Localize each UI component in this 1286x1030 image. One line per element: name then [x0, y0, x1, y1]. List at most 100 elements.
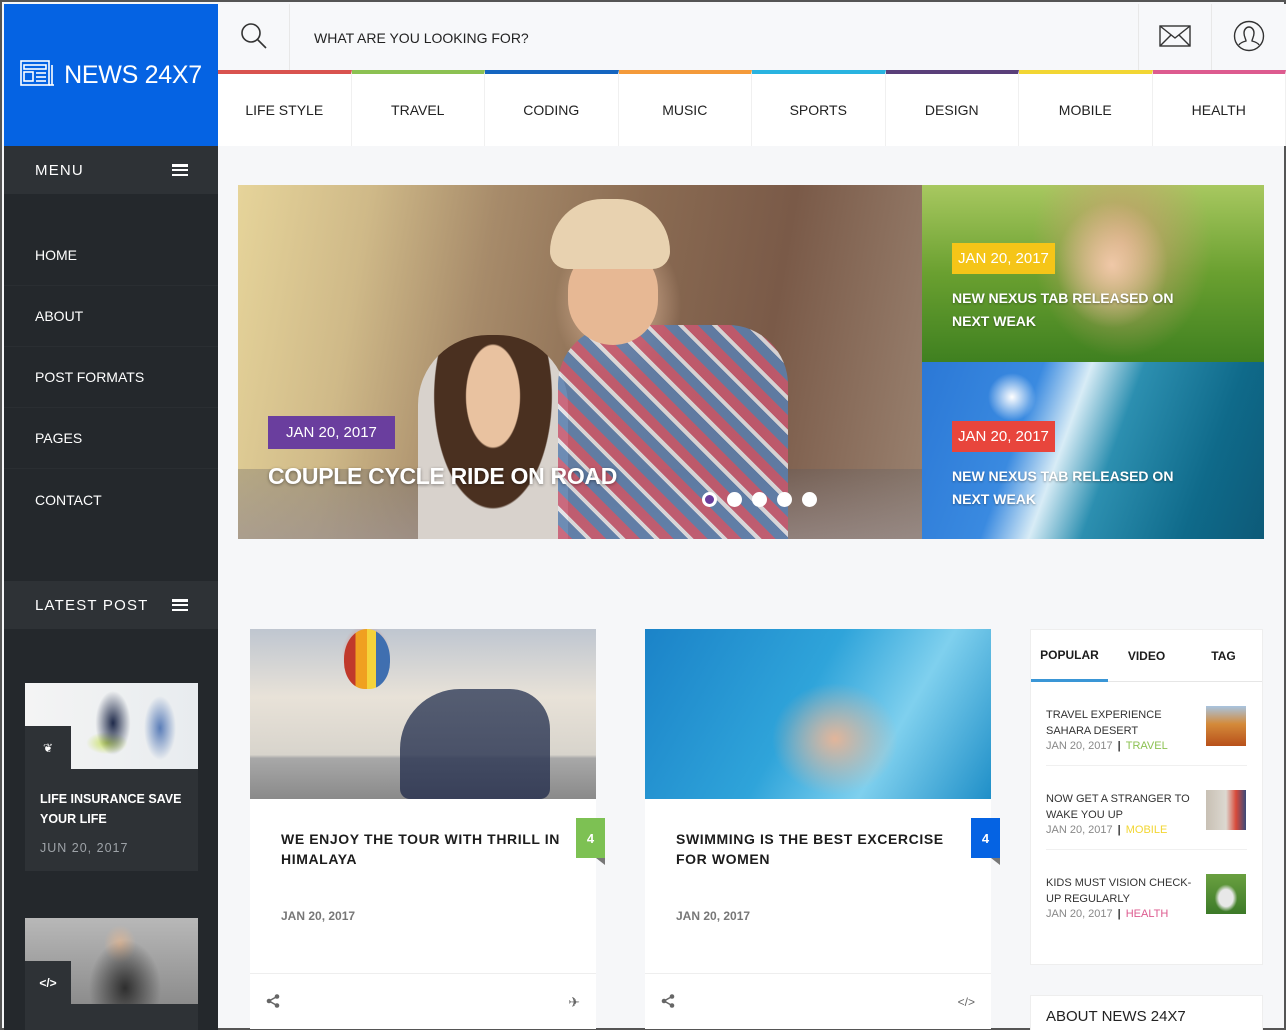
sidebar-item-home[interactable]: HOME: [4, 225, 218, 286]
balloon-graphic: [344, 629, 390, 689]
featured-title[interactable]: NEW NEXUS TAB RELEASED ON NEXT WEAK: [952, 287, 1212, 333]
popular-item-thumbnail: [1206, 706, 1246, 746]
comment-count-badge: 4: [971, 818, 1000, 865]
menu-header[interactable]: MENU: [4, 146, 218, 194]
latest-post-image: </>: [25, 918, 198, 1004]
person-graphic: [400, 689, 550, 799]
popular-item-thumbnail: [1206, 874, 1246, 914]
slider-dots: [702, 492, 817, 507]
newspaper-icon: [20, 59, 56, 91]
sidebar: MENU HOME ABOUT POST FORMATS PAGES CONTACT L…: [4, 146, 218, 1030]
popular-item-thumbnail: [1206, 790, 1246, 830]
tab-popular[interactable]: POPULAR: [1031, 630, 1108, 682]
latest-post-date: JUN 20, 2017: [40, 841, 129, 855]
category-nav: LIFE STYLE TRAVEL CODING MUSIC SPORTS DESIGN M…: [218, 70, 1286, 146]
popular-item-title: KIDS MUST VISION CHECK-UP REGULARLY: [1046, 877, 1192, 905]
latest-post-card[interactable]: ❦ LIFE INSURANCE SAVE YOUR LIFE JUN 20, …: [25, 683, 198, 871]
slider-dot[interactable]: [802, 492, 817, 507]
top-bar: [218, 4, 1286, 72]
latest-post-header[interactable]: LATEST POST: [4, 581, 218, 629]
featured-post[interactable]: JAN 20, 2017 NEW NEXUS TAB RELEASED ON N…: [922, 185, 1264, 362]
code-icon[interactable]: </>: [958, 995, 975, 1009]
post-image: [250, 629, 596, 799]
category-tab-music[interactable]: MUSIC: [618, 70, 752, 146]
mail-icon: [1159, 24, 1191, 52]
brand-name: NEWS 24X7: [64, 60, 202, 89]
popular-item-title: TRAVEL EXPERIENCE SAHARA DESERT: [1046, 709, 1162, 737]
slider-dot[interactable]: [702, 492, 717, 507]
category-tab-travel[interactable]: TRAVEL: [351, 70, 485, 146]
about-widget: ABOUT NEWS 24X7: [1030, 995, 1263, 1030]
popular-item-category[interactable]: MOBILE: [1126, 824, 1168, 836]
category-tab-sports[interactable]: SPORTS: [752, 70, 886, 146]
hamburger-icon[interactable]: [172, 164, 188, 176]
search-button[interactable]: [218, 4, 290, 72]
hamburger-icon[interactable]: [172, 599, 188, 611]
tab-tag[interactable]: TAG: [1185, 630, 1262, 681]
category-tab-life-style[interactable]: LIFE STYLE: [218, 70, 352, 146]
brand-logo[interactable]: NEWS 24X7: [4, 4, 218, 146]
search-icon: [239, 21, 269, 56]
tab-video[interactable]: VIDEO: [1108, 630, 1185, 681]
post-title[interactable]: SWIMMING IS THE BEST EXCERCISE FOR WOMEN: [676, 829, 966, 869]
popular-item-date: JAN 20, 2017: [1046, 908, 1113, 920]
separator: |: [1117, 824, 1121, 836]
latest-post-title: LATEST POST: [35, 596, 149, 614]
featured-title[interactable]: NEW NEXUS TAB RELEASED ON NEXT WEAK: [952, 465, 1212, 511]
latest-post-title: LIFE INSURANCE SAVE YOUR LIFE: [40, 792, 182, 826]
hero-date-badge: JAN 20, 2017: [268, 416, 395, 449]
leaf-icon: ❦: [25, 726, 71, 769]
sidebar-item-post-formats[interactable]: POST FORMATS: [4, 347, 218, 408]
menu-title: MENU: [35, 161, 84, 179]
sidebar-item-about[interactable]: ABOUT: [4, 286, 218, 347]
user-icon: [1233, 20, 1265, 57]
post-image: [645, 629, 991, 799]
hero-image-figure: [418, 335, 568, 539]
popular-item[interactable]: TRAVEL EXPERIENCE SAHARA DESERT JAN 20, 2…: [1046, 682, 1247, 766]
popular-item[interactable]: NOW GET A STRANGER TO WAKE YOU UP JAN 20,…: [1046, 766, 1247, 850]
popular-item-date: JAN 20, 2017: [1046, 740, 1113, 752]
popular-item[interactable]: KIDS MUST VISION CHECK-UP REGULARLY JAN 2…: [1046, 850, 1247, 934]
search-input[interactable]: [290, 4, 1138, 72]
sidebar-item-pages[interactable]: PAGES: [4, 408, 218, 469]
code-icon: </>: [25, 961, 71, 1004]
popular-list: TRAVEL EXPERIENCE SAHARA DESERT JAN 20, 2…: [1031, 682, 1262, 934]
user-account-button[interactable]: [1211, 4, 1286, 72]
post-card[interactable]: WE ENJOY THE TOUR WITH THRILL IN HIMALAY…: [250, 629, 605, 1029]
popular-item-date: JAN 20, 2017: [1046, 824, 1113, 836]
share-icon[interactable]: [266, 993, 280, 1011]
popular-item-category[interactable]: TRAVEL: [1126, 740, 1168, 752]
popular-item-category[interactable]: HEALTH: [1126, 908, 1169, 920]
share-icon[interactable]: [661, 993, 675, 1011]
category-tab-design[interactable]: DESIGN: [885, 70, 1019, 146]
category-tab-mobile[interactable]: MOBILE: [1019, 70, 1153, 146]
latest-post-card[interactable]: </>: [25, 918, 198, 1030]
category-tab-coding[interactable]: CODING: [485, 70, 619, 146]
featured-date-badge: JAN 20, 2017: [952, 243, 1055, 274]
popular-widget: POPULAR VIDEO TAG TRAVEL EXPERIENCE SAHARA…: [1030, 629, 1263, 965]
post-date: JAN 20, 2017: [281, 909, 356, 923]
mail-button[interactable]: [1138, 4, 1211, 72]
category-tab-health[interactable]: HEALTH: [1152, 70, 1286, 146]
widget-tabs: POPULAR VIDEO TAG: [1031, 630, 1262, 682]
hero-slider[interactable]: JAN 20, 2017 COUPLE CYCLE RIDE ON ROAD: [238, 185, 922, 539]
featured-date-badge: JAN 20, 2017: [952, 421, 1055, 452]
about-title: ABOUT NEWS 24X7: [1046, 1008, 1186, 1025]
hero-image-figure: [550, 199, 670, 269]
post-date: JAN 20, 2017: [676, 909, 751, 923]
slider-dot[interactable]: [727, 492, 742, 507]
slider-dot[interactable]: [752, 492, 767, 507]
sidebar-menu: HOME ABOUT POST FORMATS PAGES CONTACT: [4, 194, 218, 530]
featured-post[interactable]: JAN 20, 2017 NEW NEXUS TAB RELEASED ON N…: [922, 362, 1264, 539]
slider-dot[interactable]: [777, 492, 792, 507]
plane-icon[interactable]: ✈: [568, 994, 580, 1011]
latest-post-image: ❦: [25, 683, 198, 769]
separator: |: [1117, 740, 1121, 752]
separator: |: [1117, 908, 1121, 920]
sidebar-item-contact[interactable]: CONTACT: [4, 469, 218, 530]
post-card[interactable]: SWIMMING IS THE BEST EXCERCISE FOR WOMEN…: [645, 629, 1000, 1029]
post-title[interactable]: WE ENJOY THE TOUR WITH THRILL IN HIMALAY…: [281, 829, 571, 869]
popular-item-title: NOW GET A STRANGER TO WAKE YOU UP: [1046, 793, 1190, 821]
hero-title[interactable]: COUPLE CYCLE RIDE ON ROAD: [268, 463, 617, 490]
comment-count-badge: 4: [576, 818, 605, 865]
